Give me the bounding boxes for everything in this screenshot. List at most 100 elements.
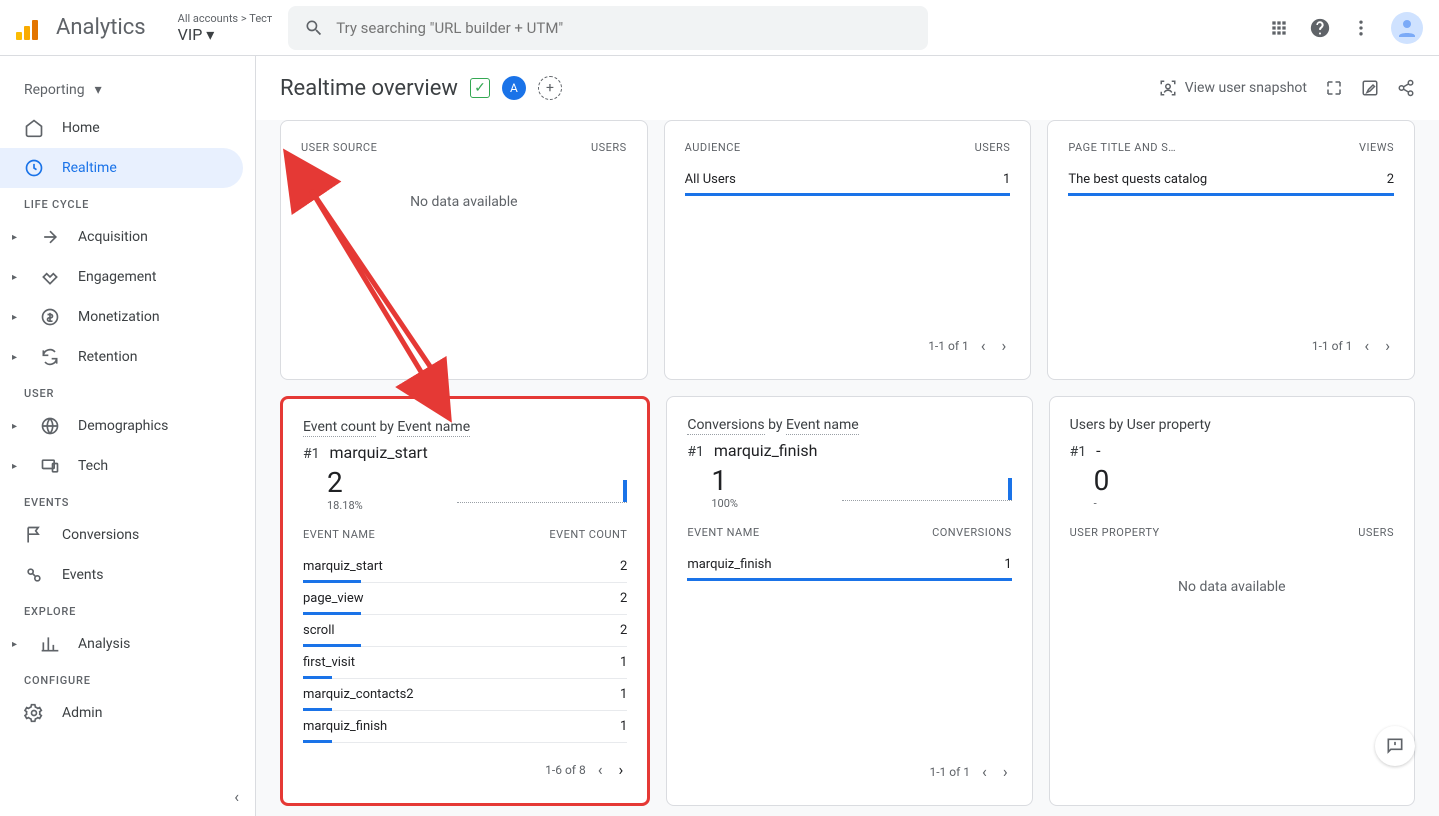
table-row[interactable]: The best quests catalog2 — [1068, 164, 1394, 196]
page-title: Realtime overview — [280, 76, 458, 101]
card-event-count: Event count by Event name #1marquiz_star… — [280, 396, 650, 806]
clock-icon — [24, 158, 44, 178]
card-user-source: USER SOURCEUSERS No data available — [280, 120, 648, 380]
sidebar-section-configure: CONFIGURE — [0, 664, 255, 693]
sidebar-item-label: Demographics — [78, 418, 168, 434]
sidebar-item-label: Engagement — [78, 269, 156, 285]
table-row[interactable]: marquiz_contacts21 — [303, 679, 627, 711]
sidebar-item-label: Retention — [78, 349, 138, 365]
verified-badge-icon: ✓ — [470, 78, 490, 98]
chevron-right-icon: ▸ — [12, 352, 22, 363]
pager-prev[interactable]: ‹ — [1360, 332, 1373, 359]
sidebar-item-label: Events — [62, 567, 103, 583]
table-row[interactable]: marquiz_finish1 — [303, 711, 627, 743]
sidebar-item-conversions[interactable]: Conversions — [0, 515, 243, 555]
sidebar-item-label: Admin — [62, 705, 102, 721]
more-vert-icon[interactable] — [1351, 18, 1371, 38]
pager-prev[interactable]: ‹ — [977, 332, 990, 359]
pager-next[interactable]: › — [998, 332, 1011, 359]
sidebar-section-events: EVENTS — [0, 486, 255, 515]
sidebar-item-realtime[interactable]: Realtime — [0, 148, 243, 188]
chevron-right-icon: ▸ — [12, 312, 22, 323]
dropdown-caret-icon: ▾ — [95, 82, 102, 98]
sidebar-item-label: Tech — [78, 458, 108, 474]
sidebar-item-monetization[interactable]: ▸ Monetization — [0, 297, 243, 337]
sidebar-item-tech[interactable]: ▸Tech — [0, 446, 243, 486]
analytics-logo-icon — [16, 16, 40, 40]
chevron-right-icon: ▸ — [12, 232, 22, 243]
table-row[interactable]: first_visit1 — [303, 647, 627, 679]
view-user-snapshot-button[interactable]: View user snapshot — [1159, 79, 1307, 97]
sparkline-chart — [457, 473, 627, 503]
property-name: VIP — [178, 25, 203, 44]
chart-icon — [40, 634, 60, 654]
metric-picker[interactable]: Event count — [303, 419, 376, 437]
table-row[interactable]: marquiz_start2 — [303, 551, 627, 583]
comparison-pill[interactable]: A — [502, 76, 526, 100]
gear-icon — [24, 703, 44, 723]
search-icon — [304, 18, 324, 38]
dimension-picker[interactable]: Event name — [786, 417, 859, 435]
sidebar-item-analysis[interactable]: ▸ Analysis — [0, 624, 243, 664]
sidebar-item-demographics[interactable]: ▸Demographics — [0, 406, 243, 446]
help-icon[interactable] — [1309, 17, 1331, 39]
sidebar: Reporting▾ Home Realtime LIFE CYCLE ▸ Acq… — [0, 56, 256, 816]
account-breadcrumb: All accounts > Тест — [178, 12, 273, 25]
metric-picker[interactable]: Conversions — [687, 417, 764, 435]
sidebar-item-label: Acquisition — [78, 229, 148, 245]
engagement-icon — [40, 267, 60, 287]
card-audience: AUDIENCEUSERS All Users1 1-1 of 1‹› — [664, 120, 1032, 380]
pager-next[interactable]: › — [1381, 332, 1394, 359]
card-page-title: PAGE TITLE AND S…VIEWS The best quests c… — [1047, 120, 1415, 380]
topbar: Analytics All accounts > Тест VIP▾ — [0, 0, 1439, 56]
pager-prev[interactable]: ‹ — [594, 756, 607, 783]
snapshot-icon — [1159, 79, 1177, 97]
search-input[interactable] — [336, 19, 912, 37]
user-avatar[interactable] — [1391, 12, 1423, 44]
feedback-button[interactable] — [1375, 726, 1415, 766]
sidebar-item-label: Analysis — [78, 636, 130, 652]
add-comparison-button[interactable]: + — [538, 76, 562, 100]
globe-icon — [40, 416, 60, 436]
table-row[interactable]: marquiz_finish1 — [687, 549, 1011, 581]
sidebar-item-admin[interactable]: Admin — [0, 693, 243, 733]
no-data-text: No data available — [1070, 549, 1394, 625]
no-data-text: No data available — [301, 164, 627, 240]
dropdown-caret-icon: ▾ — [206, 25, 214, 44]
chevron-right-icon: ▸ — [12, 272, 22, 283]
account-picker[interactable]: All accounts > Тест VIP▾ — [178, 12, 273, 44]
table-row[interactable]: All Users1 — [685, 164, 1011, 196]
sidebar-item-label: Monetization — [78, 309, 160, 325]
chevron-right-icon: ▸ — [12, 639, 22, 650]
table-row[interactable]: page_view2 — [303, 583, 627, 615]
sparkline-chart — [842, 471, 1012, 501]
sidebar-item-label: Home — [62, 120, 100, 136]
events-icon — [24, 565, 44, 585]
dollar-icon — [40, 307, 60, 327]
home-icon — [24, 118, 44, 138]
search-bar[interactable] — [288, 6, 928, 50]
product-name: Analytics — [56, 15, 146, 40]
devices-icon — [40, 456, 60, 476]
share-icon[interactable] — [1397, 79, 1415, 97]
sidebar-item-home[interactable]: Home — [0, 108, 243, 148]
sidebar-item-retention[interactable]: ▸ Retention — [0, 337, 243, 377]
pager-next[interactable]: › — [999, 758, 1012, 785]
sidebar-item-engagement[interactable]: ▸ Engagement — [0, 257, 243, 297]
sidebar-item-acquisition[interactable]: ▸ Acquisition — [0, 217, 243, 257]
table-row[interactable]: scroll2 — [303, 615, 627, 647]
dimension-picker[interactable]: Event name — [397, 419, 470, 437]
retention-icon — [40, 347, 60, 367]
flag-icon — [24, 525, 44, 545]
pager-next[interactable]: › — [615, 756, 628, 783]
pager-prev[interactable]: ‹ — [978, 758, 991, 785]
fullscreen-icon[interactable] — [1325, 79, 1343, 97]
sidebar-item-events[interactable]: Events — [0, 555, 243, 595]
feedback-icon — [1385, 736, 1405, 756]
collapse-sidebar-button[interactable]: ‹ — [234, 787, 239, 806]
sidebar-section-lifecycle: LIFE CYCLE — [0, 188, 255, 217]
sidebar-reporting-dropdown[interactable]: Reporting▾ — [0, 72, 243, 108]
main-header: Realtime overview ✓ A + View user snapsh… — [256, 56, 1439, 120]
apps-icon[interactable] — [1269, 18, 1289, 38]
edit-icon[interactable] — [1361, 79, 1379, 97]
